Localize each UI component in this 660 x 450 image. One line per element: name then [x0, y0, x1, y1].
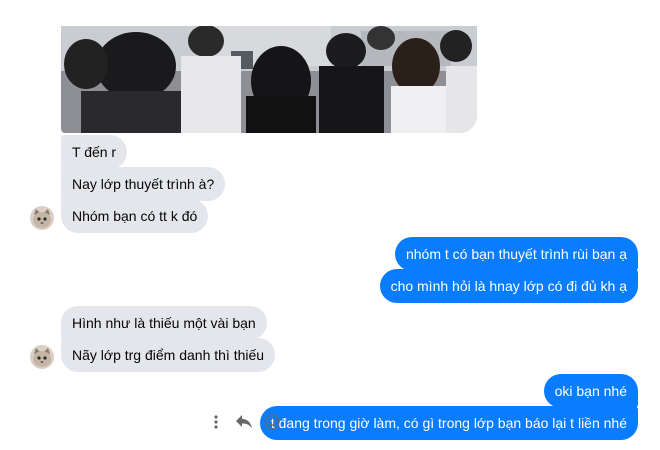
contact-avatar[interactable]	[30, 206, 54, 230]
shared-photo[interactable]	[61, 26, 477, 133]
cat-avatar-image	[30, 206, 54, 230]
incoming-message[interactable]: Nay lớp thuyết trình à?	[61, 167, 226, 201]
message-actions	[206, 410, 282, 434]
incoming-message[interactable]: Nhóm bạn có tt k đó	[61, 199, 209, 233]
incoming-message[interactable]: Nãy lớp trg điểm danh thì thiếu	[61, 338, 276, 372]
outgoing-message[interactable]: cho mình hỏi là hnay lớp có đi đủ kh ạ	[379, 269, 638, 303]
smiley-icon[interactable]	[262, 412, 282, 432]
outgoing-message[interactable]: nhóm t có bạn thuyết trình rùi bạn ạ	[394, 237, 638, 271]
classroom-photo-image	[61, 26, 477, 133]
cat-avatar-image	[30, 345, 54, 369]
contact-avatar[interactable]	[30, 345, 54, 369]
outgoing-message[interactable]: oki bạn nhé	[543, 374, 638, 408]
more-vertical-icon[interactable]	[206, 412, 226, 432]
incoming-message[interactable]: T đến r	[61, 135, 128, 169]
incoming-message[interactable]: Hình như là thiếu một vài bạn	[61, 306, 267, 340]
outgoing-message[interactable]: t đang trong giờ làm, có gì trong lớp bạ…	[259, 406, 638, 440]
reply-icon[interactable]	[234, 412, 254, 432]
